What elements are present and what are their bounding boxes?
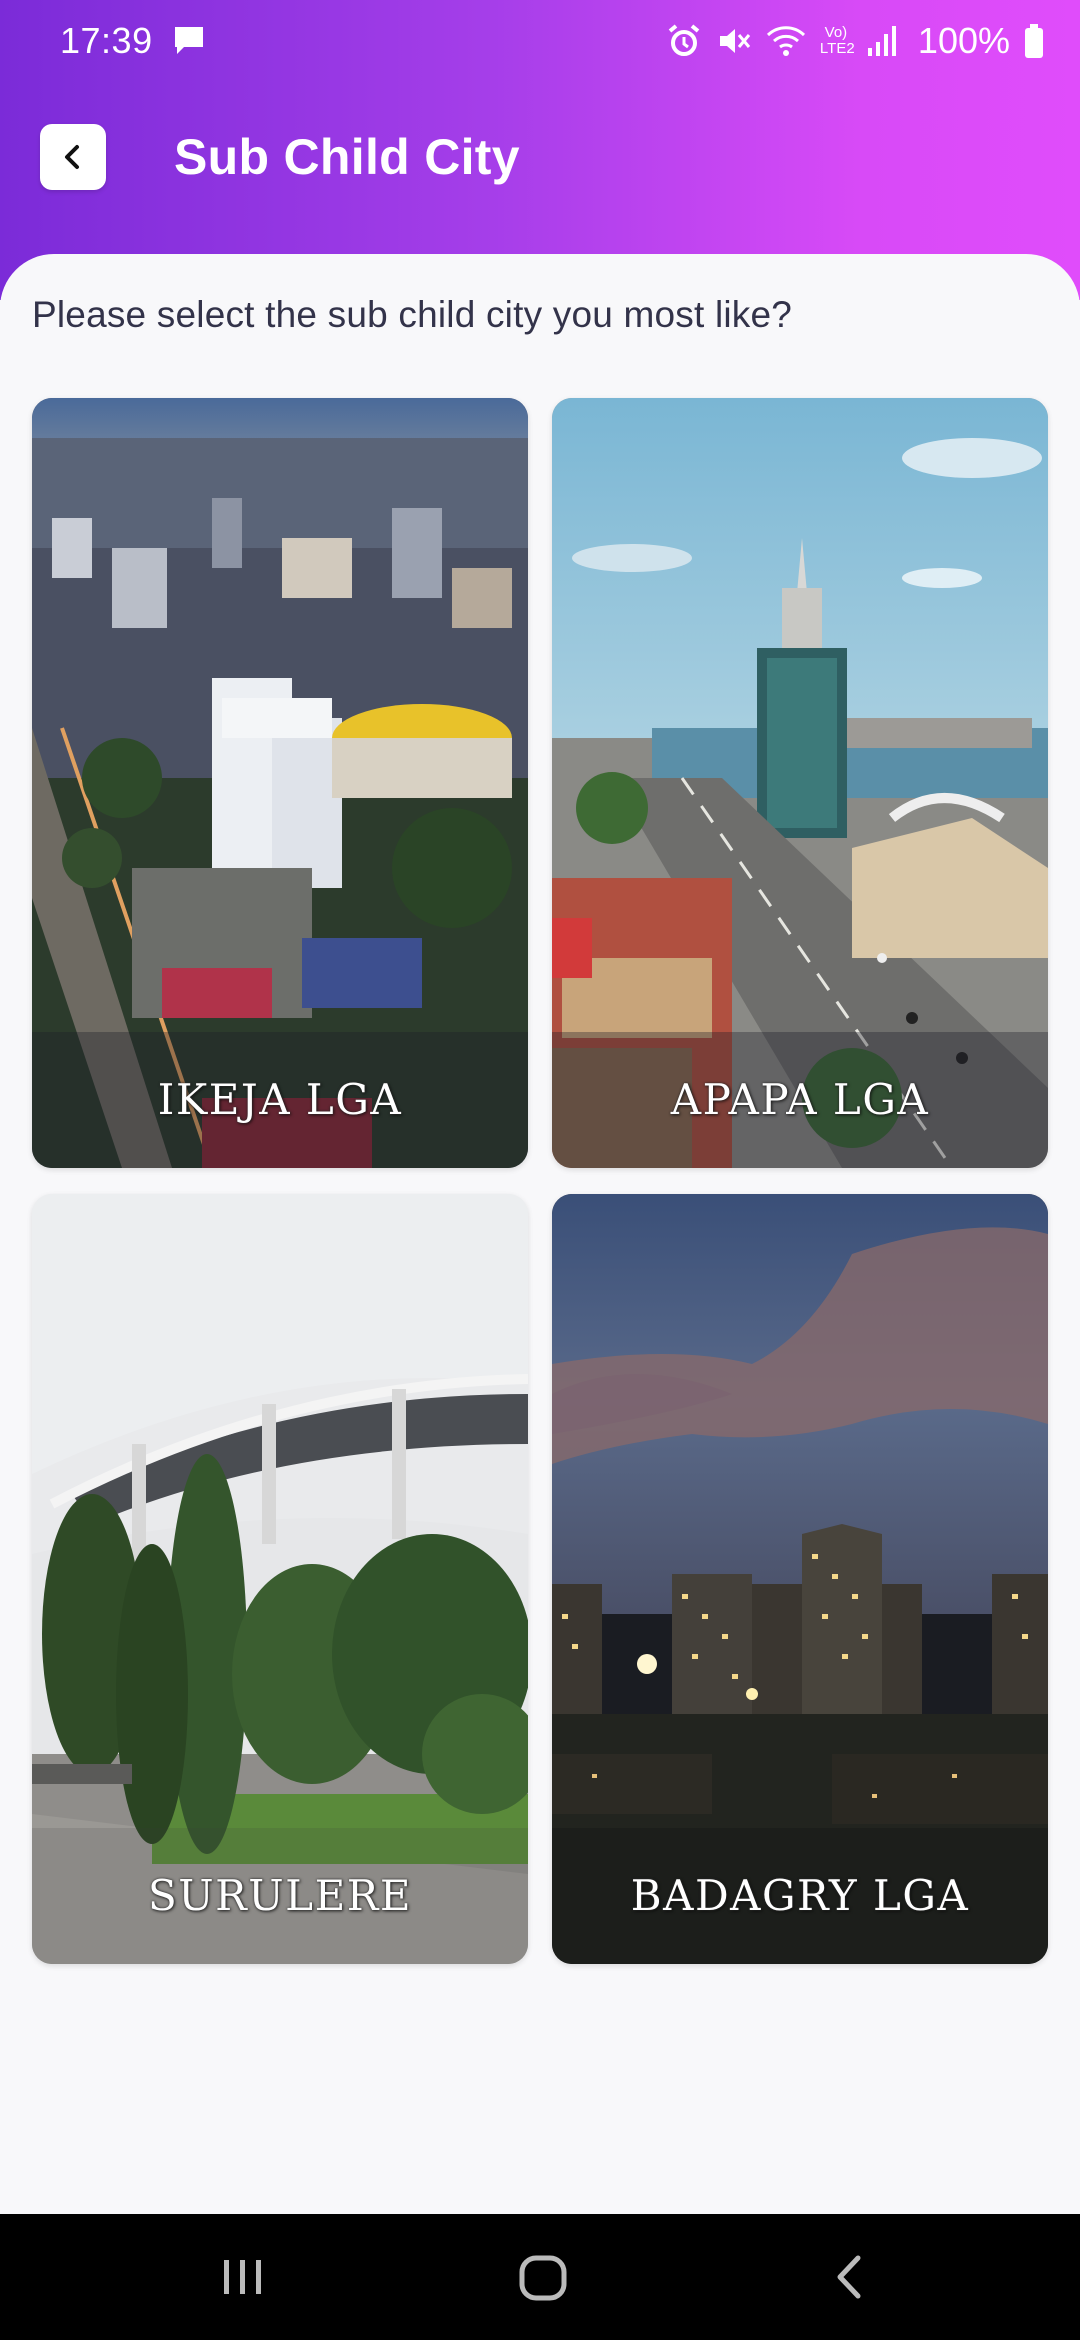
city-label: APAPA LGA	[670, 1075, 930, 1124]
network-label: Vo) LTE2	[819, 24, 855, 57]
city-card-badagry[interactable]: BADAGRY LGA	[552, 1194, 1048, 1964]
signal-icon	[866, 24, 898, 58]
city-card-apapa[interactable]: APAPA LGA	[552, 398, 1048, 1168]
content-sheet: Please select the sub child city you mos…	[0, 254, 1080, 2214]
page-title: Sub Child City	[174, 129, 520, 185]
battery-percent: 100%	[917, 20, 1010, 61]
wifi-icon	[766, 23, 806, 59]
chevron-left-icon	[65, 145, 79, 169]
status-time: 17:39	[60, 20, 153, 61]
mute-icon	[716, 23, 752, 59]
city-label: BADAGRY LGA	[630, 1871, 970, 1920]
system-nav-bar	[0, 2214, 1080, 2340]
city-label: SURULERE	[147, 1871, 413, 1920]
city-label: IKEJA LGA	[157, 1075, 403, 1124]
battery-icon	[1024, 23, 1044, 59]
message-icon	[172, 24, 206, 58]
city-card-surulere[interactable]: SURULERE	[32, 1194, 528, 1964]
selection-prompt: Please select the sub child city you mos…	[32, 294, 793, 335]
status-bar: 17:39 Vo) LTE2 100%	[0, 0, 1080, 82]
alarm-icon	[666, 23, 702, 59]
recents-icon[interactable]	[218, 2252, 268, 2307]
back-button[interactable]	[40, 124, 106, 190]
status-icons: Vo) LTE2 100%	[666, 18, 1044, 64]
back-icon[interactable]	[826, 2252, 876, 2307]
home-icon[interactable]	[518, 2252, 568, 2307]
city-card-ikeja[interactable]: IKEJA LGA	[32, 398, 528, 1168]
app-bar: Sub Child City	[0, 82, 1080, 252]
